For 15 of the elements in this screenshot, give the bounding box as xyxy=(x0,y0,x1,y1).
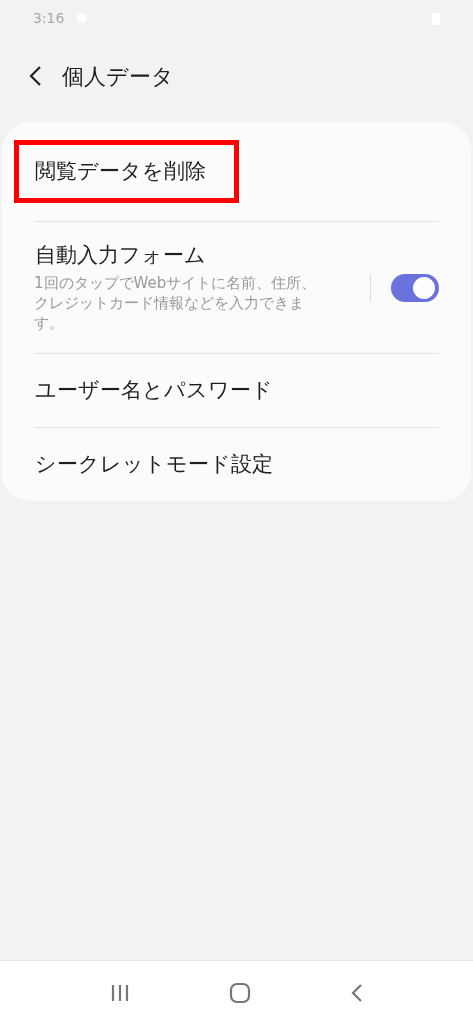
item-title: ユーザー名とパスワード xyxy=(35,378,273,402)
status-time: 3:16 xyxy=(33,8,65,28)
item-title: 自動入力フォーム xyxy=(35,243,206,267)
settings-item[interactable]: 閲覧データを削除 xyxy=(2,122,471,221)
page-title: 個人データ xyxy=(62,62,174,91)
settings-item[interactable]: 自動入力フォーム 1回のタップでWebサイトに名前、住所、クレジットカード情報などを入力できます。 xyxy=(2,222,471,353)
settings-item[interactable]: シークレットモード設定 xyxy=(2,428,471,501)
settings-item[interactable]: ユーザー名とパスワード xyxy=(2,354,471,427)
recent-apps-icon[interactable] xyxy=(109,982,130,1003)
item-description: 1回のタップでWebサイトに名前、住所、クレジットカード情報などを入力できます。 xyxy=(34,273,318,333)
home-icon[interactable] xyxy=(228,981,251,1004)
toggle-switch[interactable] xyxy=(391,273,439,302)
back-icon[interactable] xyxy=(28,65,42,87)
item-title: シークレットモード設定 xyxy=(35,452,273,476)
item-title: 閲覧データを削除 xyxy=(35,159,206,183)
